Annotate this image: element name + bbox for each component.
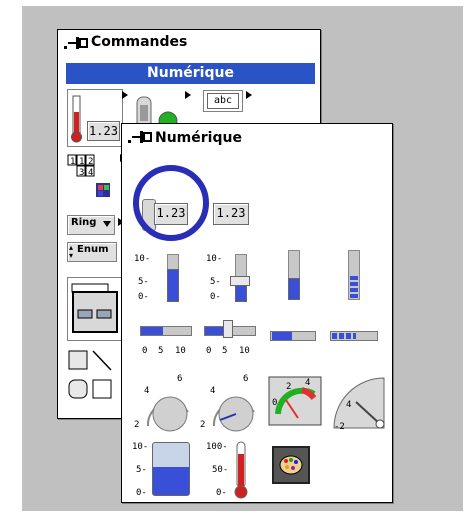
numeric-controls-icon[interactable]: 1.23 [67, 89, 123, 147]
slide-pointer-icon [223, 320, 233, 338]
enum-spinner-icon: ▴ ▾ [69, 243, 74, 260]
enum-control-icon[interactable]: ▴ ▾ Enum [67, 242, 117, 262]
pin-icon[interactable] [128, 129, 154, 145]
tick-label: 5- [138, 277, 149, 287]
string-controls-icon[interactable]: abc [203, 90, 243, 112]
dial-icon [212, 396, 255, 432]
tick-label: 0- [210, 292, 221, 302]
svg-text:1: 1 [79, 157, 84, 167]
graduated-fill [332, 333, 356, 339]
tick-label: 10 [175, 346, 186, 356]
tick-label: 0- [216, 488, 227, 498]
pin-icon[interactable] [64, 35, 90, 51]
slide-fill [167, 269, 179, 302]
tick-label: 4 [346, 400, 352, 410]
tick-label: 10- [134, 254, 151, 264]
progress-fill [272, 332, 292, 340]
submenu-arrow-icon [246, 91, 252, 99]
tick-label: 6 [243, 374, 249, 384]
decorations-icon[interactable] [67, 348, 123, 408]
highlight-circle [133, 165, 209, 241]
category-numerique-selected[interactable]: Numérique [66, 63, 315, 84]
slide-fill [141, 327, 163, 335]
tick-label: -2 [334, 422, 345, 432]
submenu-arrow-icon [185, 91, 191, 99]
tick-label: 5 [222, 346, 228, 356]
tick-label: 0- [138, 292, 149, 302]
knob-icon [146, 396, 189, 432]
tick-label: 5- [210, 277, 221, 287]
tick-label: 4 [305, 378, 311, 388]
tick-label: 4 [210, 386, 216, 396]
progress-fill [288, 278, 300, 300]
tick-label: 100- [206, 442, 228, 452]
svg-text:1: 1 [70, 157, 75, 167]
tick-label: 0 [272, 398, 278, 408]
palette-title: Numérique [155, 130, 242, 146]
tick-label: 5- [136, 465, 147, 475]
svg-text:3: 3 [79, 168, 84, 178]
shapes-icon [68, 350, 112, 399]
tick-label: 0 [142, 346, 148, 356]
enum-label: Enum [77, 244, 109, 255]
thermometer-icon [234, 441, 248, 499]
tick-label: 5 [158, 346, 164, 356]
svg-text:4: 4 [88, 168, 93, 178]
tick-label: 10- [206, 254, 223, 264]
tick-label: 6 [177, 374, 183, 384]
array-cluster-icon[interactable]: 1 1 2 3 4 [67, 154, 105, 184]
svg-text:2: 2 [88, 157, 93, 167]
ring-control-icon[interactable]: Ring [67, 215, 115, 235]
tick-label: 0- [136, 488, 147, 498]
tick-label: 2 [134, 420, 140, 430]
cluster-icon [96, 183, 110, 197]
tick-label: 10- [132, 442, 149, 452]
palette-icon [279, 455, 303, 475]
dialog-box-icon [71, 283, 118, 333]
tank-fill [153, 467, 189, 495]
slide-fill [205, 327, 225, 335]
abc-icon: abc [207, 93, 239, 109]
color-box[interactable] [272, 446, 310, 484]
graduated-fill [350, 276, 358, 298]
dialog-controls-icon[interactable] [67, 277, 125, 341]
array-icon: 1 1 2 3 4 [67, 154, 95, 178]
chevron-down-icon [103, 221, 111, 227]
tick-label: 10 [239, 346, 250, 356]
tick-label: 0 [206, 346, 212, 356]
thumbnail-numeric-box: 1.23 [87, 121, 120, 141]
numeric-indicator[interactable]: 1.23 [213, 203, 249, 225]
ring-label: Ring [71, 217, 97, 228]
tick-label: 50- [212, 465, 229, 475]
palette-title: Commandes [91, 34, 188, 50]
tick-label: 2 [200, 420, 206, 430]
tick-label: 2 [286, 382, 292, 392]
tick-label: 4 [144, 386, 150, 396]
slide-pointer-icon [230, 276, 250, 286]
submenu-arrow-icon [122, 91, 128, 99]
